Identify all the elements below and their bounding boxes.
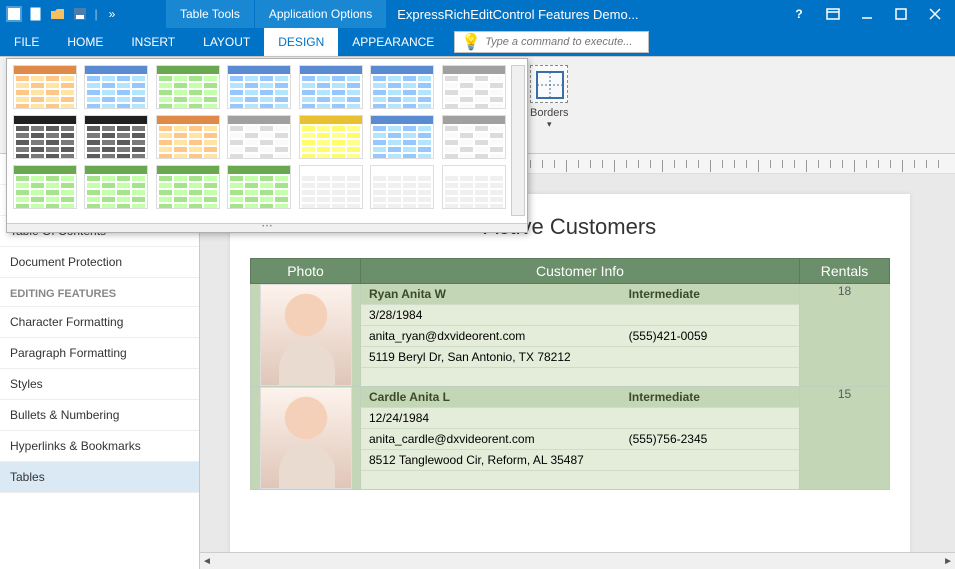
sidebar-item-bullets[interactable]: Bullets & Numbering [0,400,199,431]
gallery-resize-handle[interactable] [7,223,527,232]
customer-address: 8512 Tanglewood Cir, Reform, AL 35487 [361,450,799,470]
col-photo: Photo [251,259,361,284]
sidebar-item-styles[interactable]: Styles [0,369,199,400]
borders-button[interactable]: Borders ▾ [530,65,569,130]
sidebar-item-doc-protection[interactable]: Document Protection [0,247,199,278]
col-rentals: Rentals [800,259,890,284]
command-search-box[interactable]: 💡 [454,31,649,53]
sidebar-item-hyperlinks[interactable]: Hyperlinks & Bookmarks [0,431,199,462]
table-style-gallery [6,58,528,233]
ribbon-display-icon[interactable] [825,6,841,22]
table-style-thumbnail[interactable] [299,165,363,209]
page: Active Customers Photo Customer Info Ren… [230,194,910,552]
customer-name: Ryan Anita W [361,284,621,304]
menu-appearance[interactable]: APPEARANCE [338,28,448,56]
customer-phone: (555)756-2345 [621,429,799,449]
photo-cell [251,387,361,490]
quick-access-toolbar: | » [0,4,126,24]
window-controls: ? [779,6,955,22]
table-style-thumbnail[interactable] [227,65,291,109]
context-tab-table-tools[interactable]: Table Tools [166,0,255,28]
borders-label: Borders [530,107,569,119]
table-style-thumbnail[interactable] [299,115,363,159]
table-style-thumbnail[interactable] [13,115,77,159]
table-style-thumbnail[interactable] [442,165,506,209]
table-style-thumbnail[interactable] [13,165,77,209]
rentals-count: 18 [800,284,890,387]
close-icon[interactable] [927,6,943,22]
menu-file[interactable]: FILE [0,28,53,56]
customer-email: anita_ryan@dxvideorent.com [361,326,621,346]
table-style-thumbnail[interactable] [13,65,77,109]
help-icon[interactable]: ? [791,6,807,22]
info-cell: Cardle Anita LIntermediate 12/24/1984 an… [361,387,800,490]
sidebar-item-para-fmt[interactable]: Paragraph Formatting [0,338,199,369]
qat-more-icon[interactable]: » [102,4,122,24]
table-style-thumbnail[interactable] [299,65,363,109]
customer-dob: 3/28/1984 [361,305,621,325]
table-style-thumbnail[interactable] [84,115,148,159]
table-style-thumbnail[interactable] [370,65,434,109]
context-tab-group: Table Tools Application Options [166,0,387,28]
menu-bar: FILE HOME INSERT LAYOUT DESIGN APPEARANC… [0,28,955,57]
table-row: Cardle Anita LIntermediate 12/24/1984 an… [251,387,890,490]
customer-dob: 12/24/1984 [361,408,621,428]
chevron-down-icon: ▾ [530,119,569,130]
new-icon[interactable] [26,4,46,24]
table-style-thumbnail[interactable] [84,165,148,209]
customer-level: Intermediate [621,387,799,407]
horizontal-scrollbar[interactable]: ◄► [200,552,955,569]
menu-design[interactable]: DESIGN [264,28,338,56]
customer-phone: (555)421-0059 [621,326,799,346]
table-style-thumbnail[interactable] [370,165,434,209]
table-style-thumbnail[interactable] [156,65,220,109]
table-style-thumbnail[interactable] [370,115,434,159]
customer-name: Cardle Anita L [361,387,621,407]
table-row: Ryan Anita WIntermediate 3/28/1984 anita… [251,284,890,387]
table-style-thumbnail[interactable] [442,65,506,109]
table-style-thumbnail[interactable] [156,115,220,159]
gallery-scrollbar[interactable] [511,65,525,216]
table-style-thumbnail[interactable] [442,115,506,159]
photo-cell [251,284,361,387]
menu-insert[interactable]: INSERT [117,28,189,56]
command-search-input[interactable] [485,36,642,48]
customer-photo [260,387,352,489]
bulb-icon: 💡 [461,32,481,52]
rentals-count: 15 [800,387,890,490]
sidebar-item-tables[interactable]: Tables [0,462,199,493]
table-style-thumbnail[interactable] [227,165,291,209]
app-icon[interactable] [4,4,24,24]
customer-address: 5119 Beryl Dr, San Antonio, TX 78212 [361,347,799,367]
open-icon[interactable] [48,4,68,24]
sidebar-item-char-fmt[interactable]: Character Formatting [0,307,199,338]
menu-layout[interactable]: LAYOUT [189,28,264,56]
customers-table: Photo Customer Info Rentals Ryan Anita W… [250,258,890,490]
title-bar: | » Table Tools Application Options Expr… [0,0,955,28]
qat-separator: | [92,4,100,24]
maximize-icon[interactable] [893,6,909,22]
table-style-thumbnail[interactable] [156,165,220,209]
borders-icon [530,65,568,103]
sidebar-section-header: EDITING FEATURES [0,278,199,307]
table-style-thumbnail[interactable] [84,65,148,109]
window-title: ExpressRichEditControl Features Demo... [387,7,779,22]
table-style-thumbnail[interactable] [227,115,291,159]
customer-email: anita_cardle@dxvideorent.com [361,429,621,449]
context-tab-app-options[interactable]: Application Options [255,0,387,28]
minimize-icon[interactable] [859,6,875,22]
col-info: Customer Info [361,259,800,284]
customer-level: Intermediate [621,284,799,304]
save-icon[interactable] [70,4,90,24]
info-cell: Ryan Anita WIntermediate 3/28/1984 anita… [361,284,800,387]
menu-home[interactable]: HOME [53,28,117,56]
customer-photo [260,284,352,386]
